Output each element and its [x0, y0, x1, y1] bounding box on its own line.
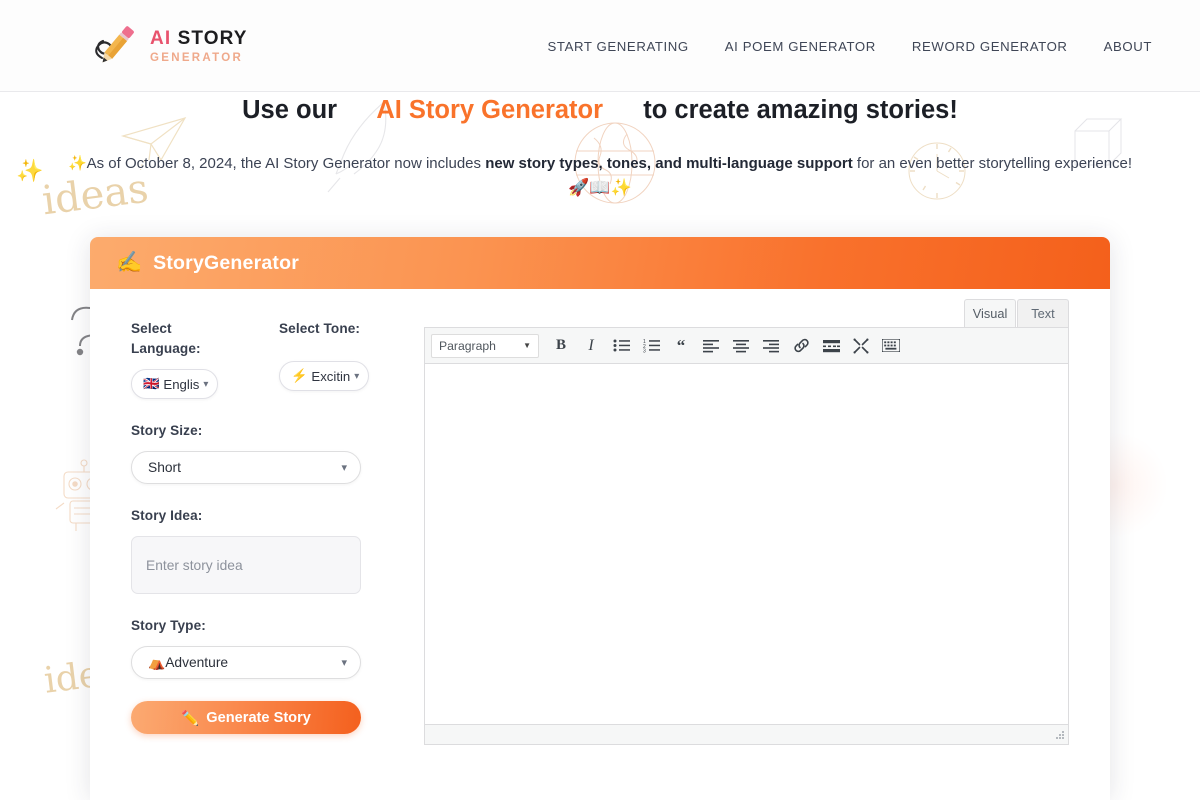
story-size-select[interactable]: Short ▾ [131, 451, 361, 484]
tab-visual[interactable]: Visual [964, 299, 1016, 327]
chevron-down-icon: ▾ [354, 370, 360, 382]
paragraph-format-select[interactable]: Paragraph ▼ [431, 333, 539, 358]
language-select[interactable]: 🇬🇧 Englis ▾ [131, 369, 219, 399]
italic-icon[interactable]: I [577, 332, 605, 360]
select-tone-label: Select Tone: [279, 321, 361, 336]
editor-content-area[interactable] [425, 364, 1068, 724]
site-header: AI STORY GENERATOR START GENERATING AI P… [0, 0, 1200, 92]
story-idea-label: Story Idea: [131, 508, 203, 523]
language-value: Englis [163, 376, 200, 392]
editor-statusbar [425, 724, 1068, 744]
story-type-value: Adventure [165, 655, 229, 670]
generate-story-label: Generate Story [206, 709, 311, 726]
chevron-down-icon: ▼ [523, 341, 531, 350]
story-generator-title: StoryGenerator [153, 251, 299, 274]
story-size-label: Story Size: [131, 423, 203, 438]
nav-link-about[interactable]: ABOUT [1104, 39, 1152, 54]
align-right-icon[interactable] [757, 332, 785, 360]
story-generator-body: Select Language: 🇬🇧 Englis ▾ Select Tone… [90, 289, 1110, 800]
page-title: Use our AI Story Generator to create ama… [0, 96, 1200, 125]
hero-title-suffix: to create amazing stories! [643, 96, 958, 124]
hero-sub-bold: new story types, tones, and multi-langua… [485, 155, 853, 172]
brand-text: AI STORY GENERATOR [150, 27, 248, 65]
chevron-down-icon: ▾ [341, 657, 347, 669]
blockquote-icon[interactable]: “ [667, 332, 695, 360]
tone-value: Excitin [311, 368, 351, 384]
numbered-list-icon[interactable]: 1 2 3 [637, 332, 665, 360]
nav-link-start-generating[interactable]: START GENERATING [548, 39, 689, 54]
hero-emoji-row: 🚀📖✨ [568, 178, 632, 197]
hero-title-prefix: Use our [242, 96, 338, 124]
brand-story-text: STORY [177, 28, 248, 50]
pencil-icon: ✏️ [181, 710, 200, 727]
align-center-icon[interactable] [727, 332, 755, 360]
main-navigation: START GENERATING AI POEM GENERATOR REWOR… [548, 0, 1152, 92]
story-options-form: Select Language: 🇬🇧 Englis ▾ Select Tone… [131, 319, 431, 734]
nav-link-ai-poem-generator[interactable]: AI POEM GENERATOR [725, 39, 876, 54]
bold-icon[interactable]: B [547, 332, 575, 360]
editor-frame: Paragraph ▼ B I 1 2 3 “ [424, 327, 1069, 745]
story-type-label: Story Type: [131, 618, 206, 633]
story-generator-card: ✍️ StoryGenerator Select Language: 🇬🇧 En… [90, 237, 1110, 800]
hero-section: Use our AI Story Generator to create ama… [0, 92, 1200, 227]
nav-link-reword-generator[interactable]: REWORD GENERATOR [912, 39, 1068, 54]
hero-title-accent: AI Story Generator [376, 96, 604, 124]
read-more-icon[interactable] [817, 332, 845, 360]
uk-flag-icon: 🇬🇧 [143, 376, 160, 391]
story-editor: Visual Text Paragraph ▼ B I 1 2 3 “ [424, 299, 1069, 745]
paragraph-format-value: Paragraph [439, 338, 496, 353]
brand-ai-text: AI [150, 28, 172, 50]
align-left-icon[interactable] [697, 332, 725, 360]
hero-sub-before: As of October 8, 2024, the AI Story Gene… [86, 155, 482, 172]
select-language-label: Select Language: [131, 321, 201, 356]
tent-icon: ⛺ [148, 654, 166, 670]
insert-link-icon[interactable] [787, 332, 815, 360]
story-size-value: Short [148, 460, 181, 475]
hero-sparkle-icon: ✨ [67, 155, 87, 172]
hero-subtitle: ✨As of October 8, 2024, the AI Story Gen… [0, 154, 1200, 172]
lightning-bolt-icon: ⚡ [291, 368, 308, 383]
brand-generator-text: GENERATOR [150, 52, 244, 65]
story-generator-header: ✍️ StoryGenerator [90, 237, 1110, 289]
story-idea-input[interactable] [131, 536, 361, 594]
writing-hand-icon: ✍️ [116, 251, 143, 274]
editor-mode-tabs: Visual Text [424, 299, 1069, 327]
editor-resize-handle[interactable] [1054, 730, 1066, 742]
hero-sub-after: for an even better storytelling experien… [856, 155, 1133, 172]
chevron-down-icon: ▾ [341, 462, 347, 474]
toolbar-toggle-icon[interactable] [877, 332, 905, 360]
bulleted-list-icon[interactable] [607, 332, 635, 360]
chevron-down-icon: ▾ [203, 378, 209, 390]
generate-story-button[interactable]: ✏️ Generate Story [131, 701, 361, 734]
tab-text[interactable]: Text [1017, 299, 1069, 327]
editor-toolbar: Paragraph ▼ B I 1 2 3 “ [425, 328, 1068, 364]
fullscreen-icon[interactable] [847, 332, 875, 360]
tone-select[interactable]: ⚡ Excitin ▾ [279, 361, 370, 391]
story-type-select[interactable]: ⛺ Adventure ▾ [131, 646, 361, 679]
pencil-logo-icon [84, 18, 140, 74]
brand-logo-link[interactable]: AI STORY GENERATOR [84, 18, 248, 74]
svg-text:3: 3 [643, 349, 646, 353]
